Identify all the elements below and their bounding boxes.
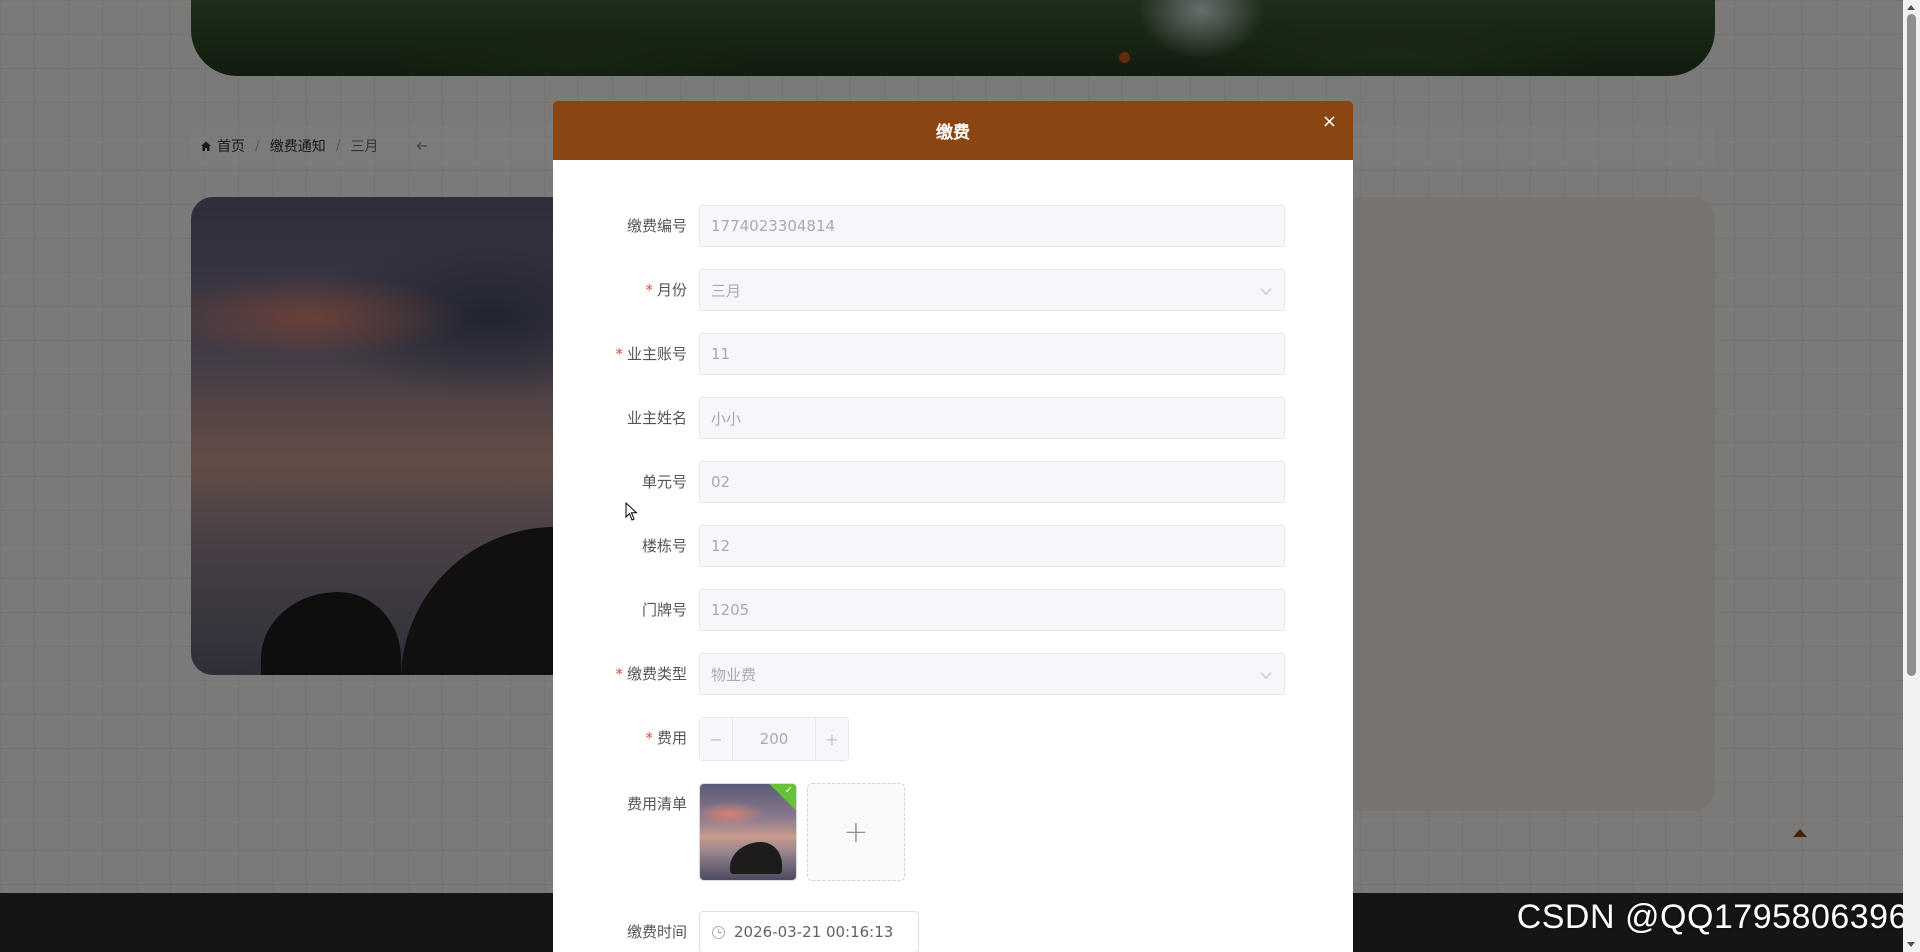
plus-icon: + <box>843 814 869 850</box>
required-mark: * <box>615 345 623 363</box>
close-icon[interactable]: × <box>1322 113 1337 131</box>
form-row-fee-list: 费用清单 ✓ + <box>553 783 1353 883</box>
month-label: * 月份 <box>645 281 687 299</box>
building-no-label: 楼栋号 <box>641 537 687 555</box>
scrollbar-thumb[interactable] <box>1907 14 1916 676</box>
form-row-door-no: 门牌号 1205 <box>553 589 1353 633</box>
amount-stepper[interactable]: − 200 + <box>699 717 849 761</box>
scroll-up-icon[interactable] <box>1907 5 1915 10</box>
mouse-cursor-icon <box>625 502 638 521</box>
check-icon: ✓ <box>784 785 793 796</box>
form-row-month: * 月份 三月 <box>553 269 1353 313</box>
owner-name-input[interactable]: 小小 <box>699 397 1285 439</box>
uploaded-image-thumbnail[interactable]: ✓ <box>699 783 797 881</box>
required-mark: * <box>645 729 653 747</box>
unit-no-label: 单元号 <box>641 473 687 491</box>
upload-button[interactable]: + <box>807 783 905 881</box>
amount-value[interactable]: 200 <box>733 718 815 760</box>
thumbnail-rock <box>730 842 782 874</box>
form-row-pay-time: 缴费时间 2026-03-21 00:16:13 <box>553 911 1353 952</box>
amount-label: * 费用 <box>645 729 687 747</box>
pay-time-label: 缴费时间 <box>626 923 687 941</box>
pay-time-value: 2026-03-21 00:16:13 <box>734 923 894 941</box>
clock-icon <box>712 925 725 939</box>
owner-account-label: * 业主账号 <box>615 345 687 363</box>
fee-list-label: 费用清单 <box>626 795 687 813</box>
form-row-owner-name: 业主姓名 小小 <box>553 397 1353 441</box>
chevron-down-icon <box>1260 667 1272 679</box>
scroll-down-icon[interactable] <box>1907 942 1915 947</box>
owner-account-input[interactable]: 11 <box>699 333 1285 375</box>
owner-name-label: 业主姓名 <box>626 409 687 427</box>
fee-type-select[interactable]: 物业费 <box>699 653 1285 695</box>
form-row-amount: * 费用 − 200 + <box>553 717 1353 761</box>
form-row-building-no: 楼栋号 12 <box>553 525 1353 569</box>
watermark: CSDN @QQ1795806396 <box>1516 898 1908 936</box>
payment-no-input[interactable]: 1774023304814 <box>699 205 1285 247</box>
form-row-owner-account: * 业主账号 11 <box>553 333 1353 377</box>
form-row-unit-no: 单元号 02 <box>553 461 1353 505</box>
form-row-payment-no: 缴费编号 1774023304814 <box>553 205 1353 249</box>
building-no-input[interactable]: 12 <box>699 525 1285 567</box>
increase-button[interactable]: + <box>815 718 848 760</box>
fee-type-label: * 缴费类型 <box>615 665 687 683</box>
required-mark: * <box>615 665 623 683</box>
unit-no-input[interactable]: 02 <box>699 461 1285 503</box>
payment-no-label: 缴费编号 <box>626 217 687 235</box>
chevron-down-icon <box>1260 283 1272 295</box>
door-no-label: 门牌号 <box>641 601 687 619</box>
pay-time-picker[interactable]: 2026-03-21 00:16:13 <box>699 911 919 952</box>
payment-dialog: 缴费 × 缴费编号 1774023304814 * 月份 三月 * 业主账号 1… <box>553 101 1353 952</box>
dialog-title: 缴费 <box>936 123 970 143</box>
required-mark: * <box>645 281 653 299</box>
month-select[interactable]: 三月 <box>699 269 1285 311</box>
decrease-button[interactable]: − <box>700 718 733 760</box>
form-row-fee-type: * 缴费类型 物业费 <box>553 653 1353 697</box>
scrollbar[interactable] <box>1903 0 1920 952</box>
door-no-input[interactable]: 1205 <box>699 589 1285 631</box>
dialog-header: 缴费 × <box>553 101 1353 160</box>
